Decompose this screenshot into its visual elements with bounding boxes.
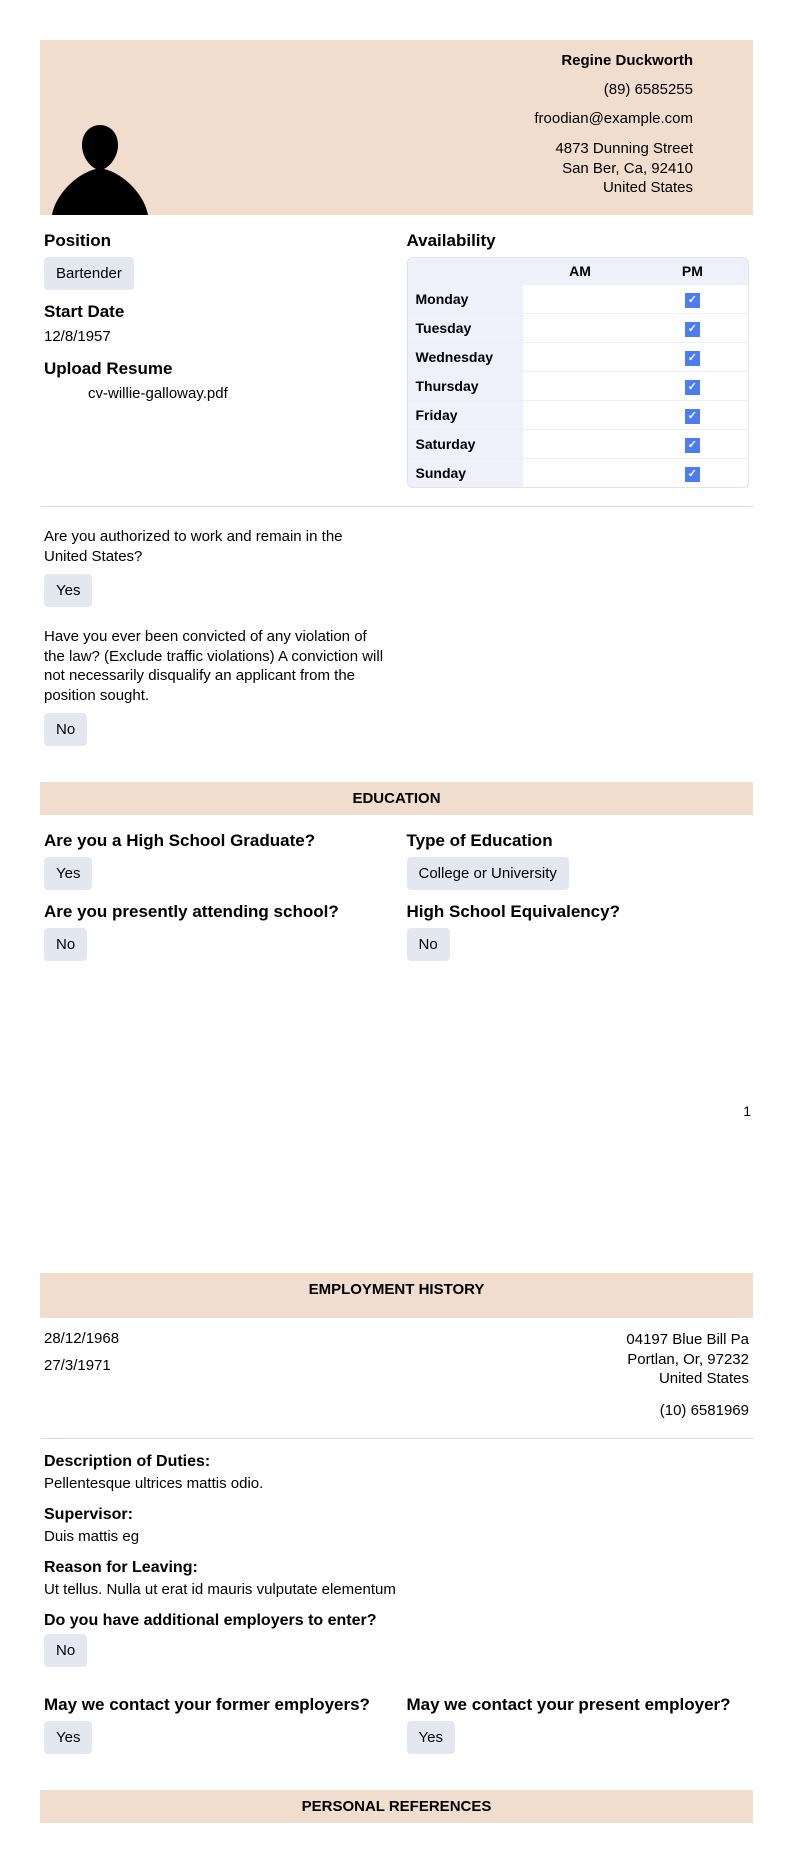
day-label: Thursday [408,372,524,401]
day-label: Sunday [408,459,524,487]
hs-grad-label: Are you a High School Graduate? [44,831,387,851]
am-cell [523,372,637,401]
pm-cell: ✓ [637,430,748,459]
table-row: Saturday ✓ [408,430,749,459]
avatar [50,115,150,215]
address-line-1: 4873 Dunning Street [534,139,693,159]
check-icon: ✓ [685,322,700,337]
edu-type-label: Type of Education [407,831,750,851]
more-emp-value: No [44,1634,87,1667]
am-cell [523,343,637,372]
duties-value: Pellentesque ultrices mattis odio. [44,1475,749,1492]
supervisor-value: Duis mattis eg [44,1528,749,1545]
hs-equiv-value: No [407,928,450,961]
am-cell [523,285,637,314]
pm-header: PM [637,258,748,285]
check-icon: ✓ [685,380,700,395]
check-icon: ✓ [685,351,700,366]
check-icon: ✓ [685,409,700,424]
table-row: Monday ✓ [408,285,749,314]
availability-label: Availability [407,231,750,251]
hs-grad-value: Yes [44,857,92,890]
pm-cell: ✓ [637,314,748,343]
day-label: Monday [408,285,524,314]
hs-equiv-label: High School Equivalency? [407,902,750,922]
day-label: Friday [408,401,524,430]
page-number: 1 [40,1103,753,1119]
more-emp-label: Do you have additional employers to ente… [44,1612,749,1630]
pm-cell: ✓ [637,285,748,314]
emp-phone: (10) 6581969 [626,1401,749,1421]
header: Regine Duckworth (89) 6585255 froodian@e… [40,40,753,215]
contact-former-label: May we contact your former employers? [44,1695,387,1715]
availability-table: AM PM Monday ✓ Tuesday ✓ [407,257,750,488]
position-label: Position [44,231,387,251]
divider [40,506,753,507]
resume-filename: cv-willie-galloway.pdf [88,385,387,402]
auth-questions: Are you authorized to work and remain in… [40,511,753,758]
address-line-3: United States [534,178,693,198]
applicant-name: Regine Duckworth [534,52,693,69]
supervisor-label: Supervisor: [44,1506,749,1524]
start-date-label: Start Date [44,302,387,322]
emp-addr-2: Portlan, Or, 97232 [626,1350,749,1370]
applicant-phone: (89) 6585255 [534,81,693,98]
pm-cell: ✓ [637,372,748,401]
day-label: Wednesday [408,343,524,372]
conviction-answer: No [44,713,87,746]
emp-addr-1: 04197 Blue Bill Pa [626,1330,749,1350]
employment-bar: EMPLOYMENT HISTORY [40,1273,753,1318]
table-row: Tuesday ✓ [408,314,749,343]
day-label: Saturday [408,430,524,459]
attending-label: Are you presently attending school? [44,902,387,922]
duties-label: Description of Duties: [44,1453,749,1471]
pm-cell: ✓ [637,343,748,372]
upload-resume-label: Upload Resume [44,359,387,379]
am-cell [523,459,637,487]
emp-date-start: 28/12/1968 [44,1330,119,1347]
am-cell [523,314,637,343]
duties-block: Description of Duties: Pellentesque ultr… [40,1453,753,1679]
reason-value: Ut tellus. Nulla ut erat id mauris vulpu… [44,1581,749,1598]
emp-date-end: 27/3/1971 [44,1357,119,1374]
pm-cell: ✓ [637,401,748,430]
am-cell [523,430,637,459]
position-column: Position Bartender Start Date 12/8/1957 … [44,231,387,488]
auth-answer: Yes [44,574,92,607]
contact-former-value: Yes [44,1721,92,1754]
table-row: Friday ✓ [408,401,749,430]
address-line-2: San Ber, Ca, 92410 [534,159,693,179]
emp-addr-3: United States [626,1369,749,1389]
employment-entry: 28/12/1968 27/3/1971 04197 Blue Bill Pa … [40,1318,753,1420]
applicant-email: froodian@example.com [534,110,693,127]
check-icon: ✓ [685,467,700,482]
availability-column: Availability AM PM Monday ✓ [407,231,750,488]
conviction-question: Have you ever been convicted of any viol… [44,627,384,705]
table-row: Thursday ✓ [408,372,749,401]
references-bar: PERSONAL REFERENCES [40,1790,753,1823]
pm-cell: ✓ [637,459,748,487]
reason-label: Reason for Leaving: [44,1559,749,1577]
am-header: AM [523,258,637,285]
day-label: Tuesday [408,314,524,343]
attending-value: No [44,928,87,961]
start-date-value: 12/8/1957 [44,328,387,345]
table-row: Sunday ✓ [408,459,749,487]
position-value: Bartender [44,257,134,290]
table-row: Wednesday ✓ [408,343,749,372]
check-icon: ✓ [685,293,700,308]
divider [40,1438,753,1439]
contact-present-value: Yes [407,1721,455,1754]
blank-header [408,258,524,285]
edu-type-value: College or University [407,857,569,890]
contact-info: Regine Duckworth (89) 6585255 froodian@e… [534,40,693,215]
check-icon: ✓ [685,438,700,453]
am-cell [523,401,637,430]
contact-present-label: May we contact your present employer? [407,1695,750,1715]
education-bar: EDUCATION [40,782,753,815]
auth-question: Are you authorized to work and remain in… [44,527,384,566]
